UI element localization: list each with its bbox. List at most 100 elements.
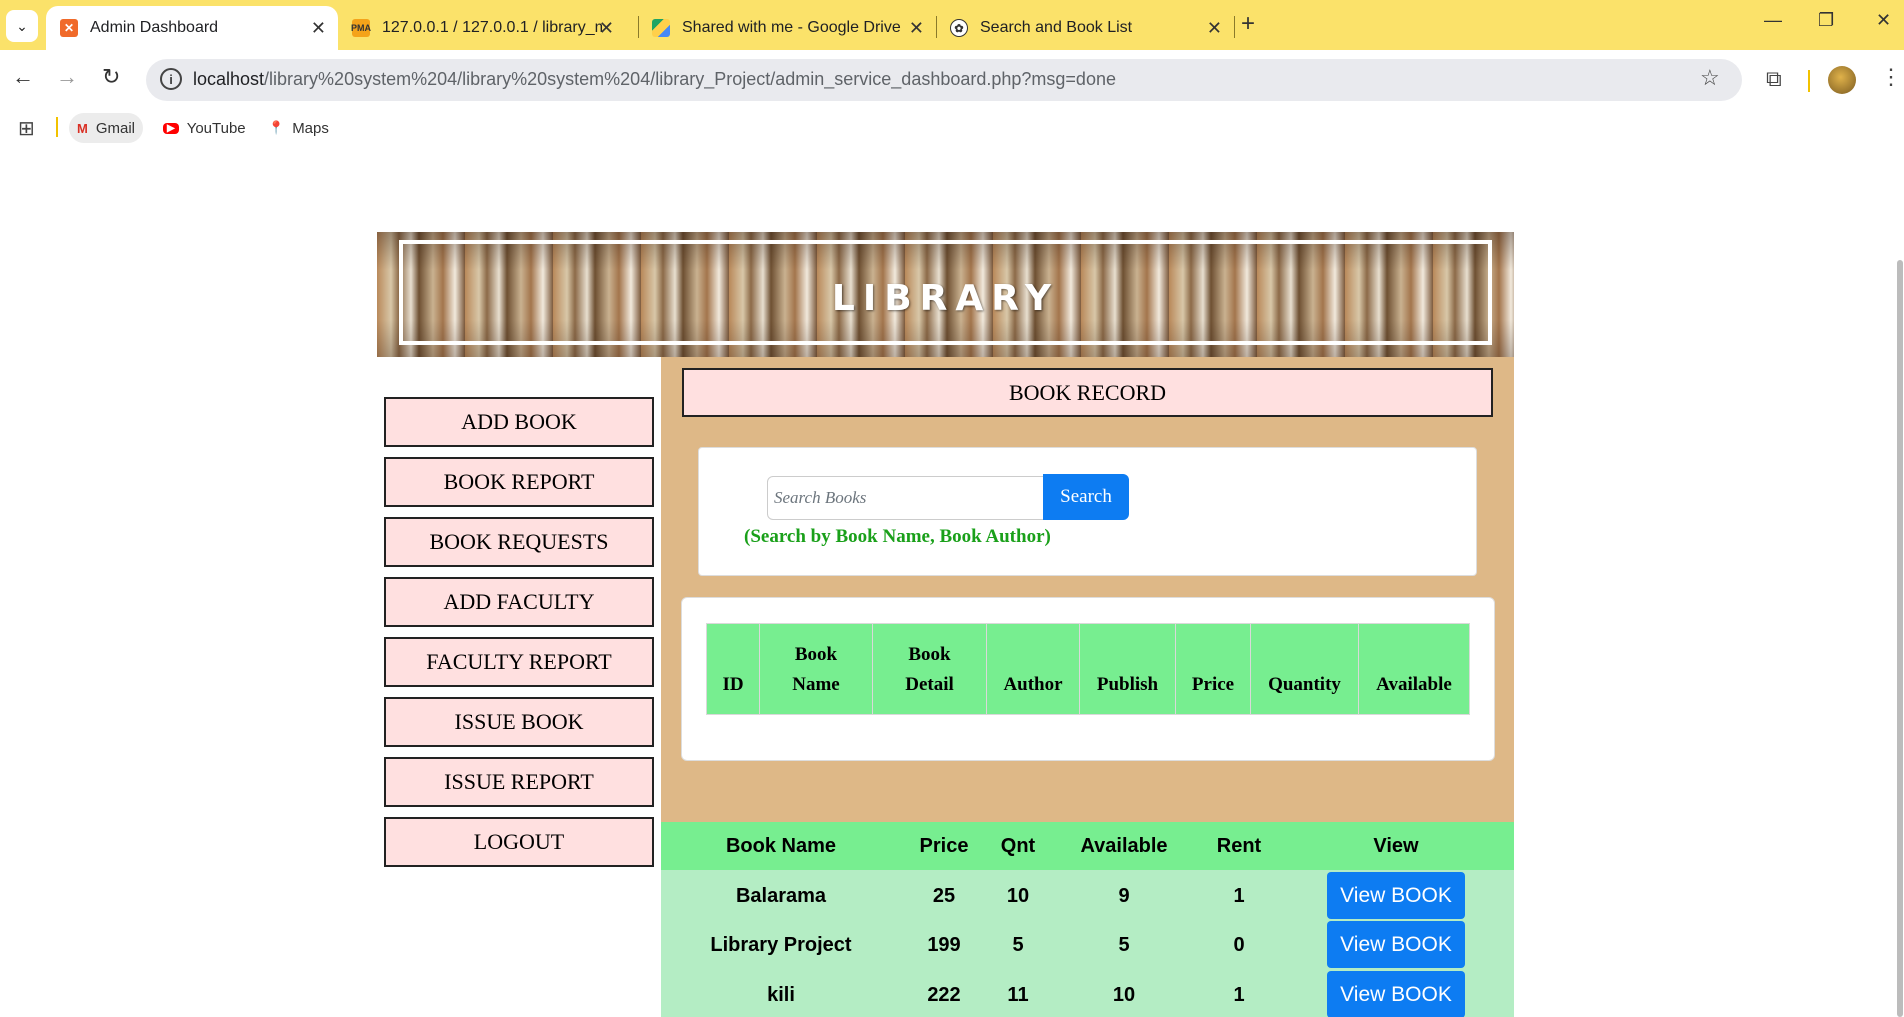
row-price: 25 <box>932 885 956 907</box>
table-header-row: ID Book Name Book Detail Author Publish Pr… <box>706 623 1470 715</box>
url-path: /library%20system%204/library%20system%2… <box>264 69 1116 89</box>
column-header-label: Book <box>794 644 838 665</box>
tab-title: Search and Book List <box>980 19 1133 36</box>
column-header-label: Name <box>792 674 840 695</box>
row-book-name: Balarama <box>735 885 827 907</box>
restore-icon[interactable]: ❐ <box>1818 10 1834 31</box>
more-menu-icon[interactable]: ⋮ <box>1880 64 1902 90</box>
column-header-available: Available <box>1358 623 1470 715</box>
row-rent: 0 <box>1233 934 1245 956</box>
bookmark-label: Gmail <box>95 119 136 137</box>
bookmark-gmail[interactable]: M Gmail <box>69 113 144 143</box>
site-info-icon[interactable]: i <box>160 68 182 90</box>
page-scrollbar[interactable] <box>1896 155 1904 1017</box>
xampp-icon: ✕ <box>60 19 78 37</box>
back-arrow-icon[interactable]: ← <box>12 64 34 90</box>
tab-phpmyadmin[interactable]: PMA 127.0.0.1 / 127.0.0.1 / library_m ✕ <box>338 6 626 50</box>
issue-report-button[interactable]: ISSUE REPORT <box>384 757 654 807</box>
close-window-icon[interactable]: ✕ <box>1876 10 1891 31</box>
faculty-report-button[interactable]: FACULTY REPORT <box>384 637 654 687</box>
google-drive-icon <box>652 19 670 37</box>
new-tab-icon[interactable]: + <box>1241 10 1255 38</box>
search-hint: (Search by Book Name, Book Author) <box>744 526 1051 547</box>
row-price: 199 <box>927 934 961 956</box>
tab-google-drive[interactable]: Shared with me - Google Drive ✕ <box>638 6 936 50</box>
toolbar-divider <box>1808 70 1810 92</box>
column-header-label: Book <box>908 644 951 665</box>
scrollbar-thumb[interactable] <box>1897 260 1903 1017</box>
column-header-label: ID <box>722 674 744 695</box>
row-qnt: 10 <box>1006 885 1030 907</box>
reload-icon[interactable]: ↻ <box>102 64 120 90</box>
close-tab-icon[interactable]: ✕ <box>909 18 924 39</box>
bookmarks-divider <box>56 117 58 137</box>
tab-title: Admin Dashboard <box>90 19 219 36</box>
add-book-button[interactable]: ADD BOOK <box>384 397 654 447</box>
gmail-icon: M <box>77 120 88 136</box>
youtube-icon: ▶ <box>163 122 179 134</box>
column-header-quantity: Quantity <box>1250 623 1359 715</box>
column-header-label: Price <box>1191 674 1235 695</box>
view-book-button[interactable]: View BOOK <box>1327 921 1465 968</box>
close-tab-icon[interactable]: ✕ <box>1207 18 1222 39</box>
column-header-book-name: Book Name <box>759 623 873 715</box>
column-header-label: Quantity <box>1268 674 1341 695</box>
minimize-icon[interactable]: — <box>1764 10 1782 31</box>
close-tab-icon[interactable]: ✕ <box>311 18 326 39</box>
column-header-label: Detail <box>905 674 954 695</box>
book-requests-button[interactable]: BOOK REQUESTS <box>384 517 654 567</box>
book-record-table: ID Book Name Book Detail Author Publish Pr… <box>706 623 1470 715</box>
column-header-publish: Publish <box>1079 623 1176 715</box>
list-header-book-name: Book Name <box>725 835 837 857</box>
column-header-price: Price <box>1175 623 1251 715</box>
forward-arrow-icon[interactable]: → <box>56 64 78 90</box>
view-book-button[interactable]: View BOOK <box>1327 872 1465 919</box>
column-header-author: Author <box>986 623 1080 715</box>
tab-admin-dashboard[interactable]: ✕ Admin Dashboard ✕ <box>46 6 338 50</box>
apps-grid-icon[interactable]: ⊞ <box>18 116 35 141</box>
book-report-button[interactable]: BOOK REPORT <box>384 457 654 507</box>
close-tab-icon[interactable]: ✕ <box>599 18 614 39</box>
chatgpt-icon: ✿ <box>950 19 968 37</box>
book-record-heading: BOOK RECORD <box>682 368 1493 417</box>
tab-search-book-list[interactable]: ✿ Search and Book List ✕ <box>936 6 1234 50</box>
column-header-id: ID <box>706 623 760 715</box>
bookmark-star-icon[interactable]: ☆ <box>1700 65 1720 91</box>
library-banner: LIBRARY <box>377 232 1514 357</box>
tab-search-button[interactable]: ⌄ <box>6 10 38 42</box>
row-qnt: 5 <box>1012 934 1024 956</box>
address-url[interactable]: localhost/library%20system%204/library%2… <box>193 69 1116 90</box>
list-header-price: Price <box>919 835 969 857</box>
list-header-view: View <box>1373 835 1419 857</box>
row-rent: 1 <box>1233 984 1245 1006</box>
column-header-book-detail: Book Detail <box>872 623 987 715</box>
search-button[interactable]: Search <box>1043 474 1129 520</box>
chevron-down-icon: ⌄ <box>16 17 28 34</box>
profile-avatar[interactable] <box>1828 66 1856 94</box>
bookmark-maps[interactable]: 📍 Maps <box>260 113 337 143</box>
row-book-name: Library Project <box>710 934 852 956</box>
search-books-input[interactable] <box>767 476 1044 520</box>
column-header-label: Available <box>1376 674 1452 695</box>
list-header-qnt: Qnt <box>1000 835 1036 857</box>
logout-button[interactable]: LOGOUT <box>384 817 654 867</box>
maps-pin-icon: 📍 <box>268 120 285 135</box>
row-book-name: kili <box>767 984 795 1006</box>
list-header-rent: Rent <box>1216 835 1262 857</box>
issue-book-button[interactable]: ISSUE BOOK <box>384 697 654 747</box>
column-header-label: Author <box>1003 674 1063 695</box>
row-available: 9 <box>1118 885 1130 907</box>
column-header-label: Publish <box>1096 674 1159 695</box>
list-header-available: Available <box>1080 835 1168 857</box>
extensions-icon[interactable]: ⧉ <box>1766 66 1782 92</box>
bookmark-label: Maps <box>292 119 329 137</box>
bookmark-youtube[interactable]: ▶ YouTube <box>155 113 254 143</box>
phpmyadmin-icon: PMA <box>351 19 371 37</box>
add-faculty-button[interactable]: ADD FACULTY <box>384 577 654 627</box>
view-book-button[interactable]: View BOOK <box>1327 971 1465 1017</box>
row-price: 222 <box>927 984 961 1006</box>
tab-divider <box>1234 16 1235 38</box>
row-available: 5 <box>1118 934 1130 956</box>
tab-title: 127.0.0.1 / 127.0.0.1 / library_m <box>382 19 602 36</box>
banner-title: LIBRARY <box>831 278 1060 319</box>
